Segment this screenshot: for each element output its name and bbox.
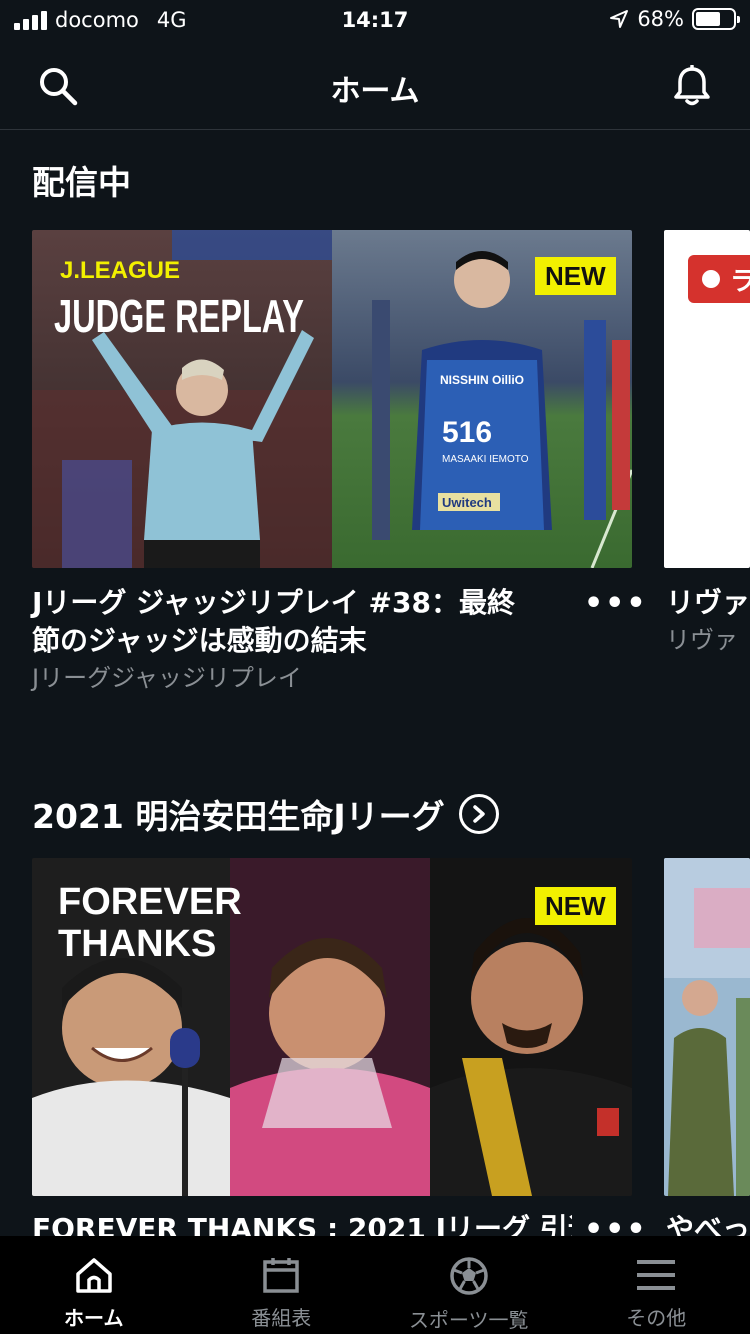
video-title-line1: Jリーグ ジャッジリプレイ #38：最終 — [32, 586, 515, 619]
tab-other[interactable]: その他 — [563, 1236, 750, 1334]
tab-schedule-label: 番組表 — [251, 1306, 312, 1330]
app-header: ホーム — [0, 42, 750, 130]
shirt-sponsor-text: Uwitech — [442, 495, 492, 510]
video-thumbnail-judge-replay[interactable]: NISSHIN OilliO 516 MASAAKI IEMOTO Uwitec… — [32, 230, 632, 568]
section-title-jleague[interactable]: 2021 明治安田生命Jリーグ — [32, 790, 499, 838]
tab-home[interactable]: ホーム — [0, 1236, 188, 1334]
shirt-number-text: 516 — [442, 416, 492, 449]
live-dot-icon — [702, 270, 720, 288]
section-title-live-text: 配信中 — [32, 163, 131, 202]
battery-percent: 68% — [637, 7, 684, 31]
video-subtitle: Jリーグジャッジリプレイ — [32, 664, 302, 692]
tab-sports-label: スポーツ一覧 — [408, 1308, 529, 1332]
status-right: 68% — [609, 7, 740, 31]
video-title-partial[interactable]: リヴァ — [666, 584, 750, 622]
video-title-line2: 節のジャッジは感動の結末 — [32, 624, 367, 657]
more-options-button[interactable]: ••• — [584, 586, 648, 621]
video-title-judge-replay[interactable]: Jリーグ ジャッジリプレイ #38：最終 節のジャッジは感動の結末 — [32, 584, 572, 660]
live-badge-label: ラ — [730, 266, 750, 297]
notifications-button[interactable] — [668, 62, 716, 110]
bell-icon — [674, 65, 710, 106]
bottom-tab-bar: ホーム 番組表 スポーツ一覧 その他 — [0, 1236, 750, 1334]
shirt-name-text: MASAAKI IEMOTO — [442, 454, 529, 465]
page-title: ホーム — [330, 74, 420, 109]
new-badge: NEW — [535, 887, 616, 925]
video-subtitle-partial: リヴァ — [666, 626, 738, 654]
status-bar: docomo 4G 14:17 68% — [0, 0, 750, 42]
battery-fill — [696, 12, 721, 26]
forever-text: FOREVER — [58, 881, 242, 923]
section-title-live: 配信中 — [32, 156, 131, 204]
show-logo-text: JUDGE REPLAY — [54, 290, 304, 342]
new-badge: NEW — [535, 257, 616, 295]
tab-schedule[interactable]: 番組表 — [188, 1236, 376, 1334]
live-badge: ラ — [688, 255, 750, 303]
battery-icon — [692, 8, 740, 30]
video-thumbnail-partial-2[interactable] — [664, 858, 750, 1196]
thumbnail-artwork — [664, 858, 750, 1196]
thanks-text: THANKS — [58, 923, 216, 965]
section-title-jleague-text: 2021 明治安田生命Jリーグ — [32, 797, 445, 836]
shirt-brand-text: NISSHIN OilliO — [440, 373, 524, 387]
tab-sports[interactable]: スポーツ一覧 — [375, 1236, 563, 1334]
soccer-ball-icon — [450, 1257, 488, 1295]
menu-icon — [637, 1260, 676, 1290]
video-thumbnail-partial[interactable]: ラ — [664, 230, 750, 568]
home-icon — [76, 1258, 112, 1293]
chevron-right-circle-icon[interactable] — [458, 794, 499, 834]
location-arrow-icon — [610, 10, 629, 28]
league-logo-text: J.LEAGUE — [60, 257, 180, 284]
tab-other-label: その他 — [626, 1306, 687, 1330]
video-thumbnail-forever-thanks[interactable]: FOREVER THANKS NEW — [32, 858, 632, 1196]
tab-home-label: ホーム — [64, 1306, 124, 1330]
calendar-icon — [263, 1258, 299, 1293]
